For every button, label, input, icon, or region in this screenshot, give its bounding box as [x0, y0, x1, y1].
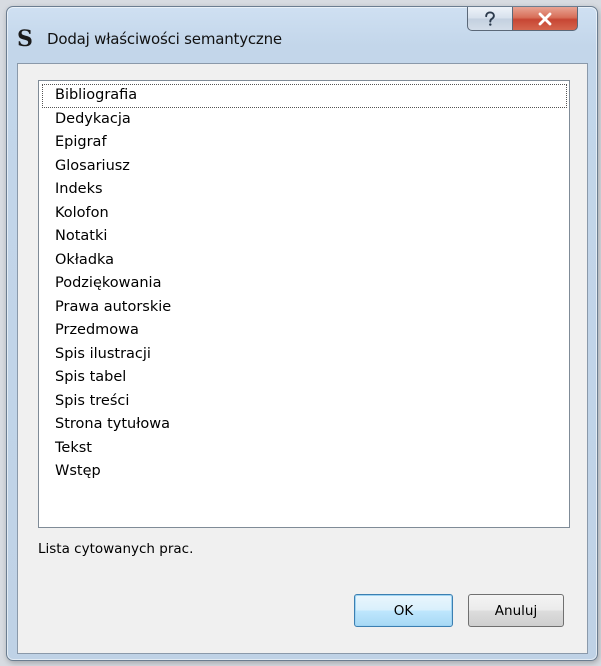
window-title: Dodaj właściwości semantyczne: [47, 30, 282, 48]
list-item[interactable]: Okładka: [42, 249, 567, 273]
list-item[interactable]: Podziękowania: [42, 272, 567, 296]
list-item[interactable]: Bibliografia: [42, 84, 567, 108]
list-item[interactable]: Spis ilustracji: [42, 343, 567, 367]
list-item[interactable]: Spis tabel: [42, 366, 567, 390]
dialog-client-area: Bibliografia Dedykacja Epigraf Glosarius…: [17, 63, 588, 654]
close-icon: [538, 12, 552, 25]
list-item[interactable]: Wstęp: [42, 460, 567, 484]
list-item[interactable]: Przedmowa: [42, 319, 567, 343]
list-item[interactable]: Notatki: [42, 225, 567, 249]
title-bar[interactable]: S Dodaj właściwości semantyczne: [7, 7, 597, 63]
semantics-listbox[interactable]: Bibliografia Dedykacja Epigraf Glosarius…: [38, 80, 570, 528]
item-description: Lista cytowanych prac.: [38, 541, 194, 557]
list-item[interactable]: Strona tytułowa: [42, 413, 567, 437]
question-mark-icon: [485, 10, 495, 26]
list-item[interactable]: Dedykacja: [42, 108, 567, 132]
list-item[interactable]: Prawa autorskie: [42, 296, 567, 320]
sigil-s-icon: S: [17, 26, 33, 52]
close-button[interactable]: [512, 7, 578, 31]
list-item[interactable]: Spis treści: [42, 390, 567, 414]
list-item[interactable]: Tekst: [42, 437, 567, 461]
list-item[interactable]: Epigraf: [42, 131, 567, 155]
help-button[interactable]: [467, 7, 513, 31]
cancel-button[interactable]: Anuluj: [468, 594, 564, 627]
list-item[interactable]: Indeks: [42, 178, 567, 202]
list-item[interactable]: Kolofon: [42, 202, 567, 226]
list-item[interactable]: Glosariusz: [42, 155, 567, 179]
dialog-window: S Dodaj właściwości semantyczne Bibliogr…: [6, 6, 598, 661]
ok-button[interactable]: OK: [354, 594, 453, 627]
